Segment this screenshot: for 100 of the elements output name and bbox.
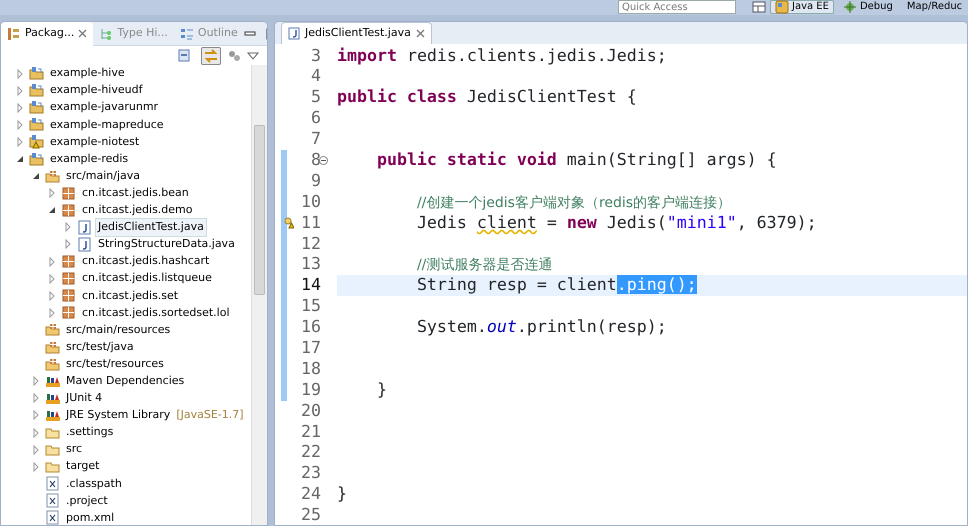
tree-item[interactable]: example-javarunmr — [47, 98, 162, 117]
tree-item[interactable]: cn.itcast.jedis.demo — [79, 201, 196, 220]
quick-access-field[interactable]: Quick Access — [618, 0, 736, 14]
code-line: } — [337, 483, 347, 506]
collapsed-arrow-icon[interactable] — [15, 102, 25, 113]
line-number: 19 — [300, 378, 321, 401]
collapsed-arrow-icon[interactable] — [31, 410, 41, 420]
tree-item[interactable]: example-hive — [47, 65, 128, 83]
line-number: 15 — [300, 295, 321, 318]
line-number: 22 — [300, 441, 321, 464]
tree-item[interactable]: src/test/java — [63, 338, 137, 356]
collapse-icon — [178, 48, 192, 62]
tree-item[interactable]: cn.itcast.jedis.hashcart — [79, 252, 212, 271]
line-number: 18 — [300, 358, 321, 380]
file-icon — [45, 476, 60, 492]
project-folder-icon — [29, 100, 44, 116]
line-number: 12 — [300, 232, 321, 255]
project-folder-icon — [29, 66, 44, 82]
collapsed-arrow-icon[interactable] — [15, 68, 25, 79]
tree-item[interactable]: JedisClientTest.java — [95, 218, 207, 237]
line-number: 17 — [300, 336, 321, 359]
package-icon — [61, 288, 76, 304]
project-folder-icon — [29, 152, 44, 167]
close-icon[interactable] — [78, 29, 88, 38]
perspective-button[interactable]: Java EE — [770, 0, 834, 14]
tree-item[interactable]: .settings — [63, 423, 116, 442]
tree-item[interactable]: cn.itcast.jedis.listqueue — [79, 269, 215, 288]
hierarchy-icon — [99, 26, 114, 40]
tree-item[interactable]: example-redis — [47, 150, 132, 168]
tree-item[interactable]: src — [63, 440, 86, 459]
tree-item[interactable]: pom.xml — [63, 508, 118, 525]
close-icon[interactable] — [416, 28, 425, 38]
view-menu-icon[interactable] — [247, 50, 259, 60]
tree-item[interactable]: example-mapreduce — [47, 116, 167, 134]
link-with-editor-button[interactable] — [201, 46, 221, 64]
tree-item[interactable]: cn.itcast.jedis.set — [79, 286, 182, 306]
collapsed-arrow-icon[interactable] — [63, 222, 73, 232]
line-number: 8 — [310, 148, 321, 171]
tree-item[interactable]: src/main/resources — [63, 320, 174, 340]
code-line: System.out.println(resp); — [416, 316, 667, 338]
tree-item[interactable]: StringStructureData.java — [95, 235, 238, 254]
project-warning-icon — [29, 134, 44, 150]
library-version: [JavaSE-1.7] — [176, 407, 244, 424]
line-number: 20 — [300, 400, 321, 422]
collapsed-arrow-icon[interactable] — [31, 462, 41, 472]
scrollbar-thumb[interactable] — [254, 125, 265, 295]
expanded-arrow-icon[interactable] — [47, 205, 57, 216]
collapsed-arrow-icon[interactable] — [15, 86, 25, 96]
tree-item[interactable]: JUnit 4 — [63, 389, 106, 408]
line-number: 24 — [300, 483, 321, 506]
line-number: 4 — [310, 65, 321, 88]
tree-item[interactable]: target — [63, 457, 102, 476]
collapsed-arrow-icon[interactable] — [47, 290, 57, 301]
editor-tab[interactable]: JedisClientTest.java — [281, 22, 432, 44]
package-icon — [61, 271, 76, 286]
perspective-button[interactable]: Map/Reduc — [902, 0, 968, 14]
line-number: 7 — [310, 128, 321, 150]
collapsed-arrow-icon[interactable] — [31, 376, 41, 386]
collapsed-arrow-icon[interactable] — [47, 308, 57, 318]
perspective-button[interactable]: Debug — [838, 0, 898, 14]
collapsed-arrow-icon[interactable] — [15, 136, 25, 147]
collapsed-arrow-icon[interactable] — [15, 120, 25, 130]
tree-item[interactable]: cn.itcast.jedis.sortedset.lol — [79, 304, 233, 322]
collapsed-arrow-icon[interactable] — [47, 256, 57, 267]
tree-item[interactable]: cn.itcast.jedis.bean — [79, 184, 192, 202]
project-folder-icon — [29, 83, 44, 98]
tree-item[interactable]: Maven Dependencies — [63, 372, 188, 390]
collapsed-arrow-icon[interactable] — [31, 444, 41, 455]
line-number: 13 — [300, 253, 321, 276]
tree-item[interactable]: src/main/java — [63, 166, 144, 186]
collapse-icon[interactable] — [319, 156, 328, 165]
view-tab[interactable]: Packag... — [1, 22, 94, 46]
java-file-icon — [288, 26, 300, 40]
tree-item[interactable]: example-hiveudf — [47, 81, 146, 100]
line-number: 23 — [300, 462, 321, 484]
code-line: public static void main(String[] args) { — [376, 148, 777, 171]
open-perspective-icon[interactable] — [752, 0, 766, 14]
scrollbar[interactable] — [251, 65, 267, 525]
collapsed-arrow-icon[interactable] — [47, 188, 57, 198]
project-folder-icon — [29, 117, 44, 132]
bug-icon — [842, 0, 857, 14]
tree-item[interactable]: example-niotest — [47, 132, 142, 152]
expanded-arrow-icon[interactable] — [15, 154, 25, 164]
tree-item[interactable]: JRE System Library — [63, 406, 174, 425]
filter-icon[interactable] — [227, 48, 241, 62]
tree-item[interactable]: .classpath — [63, 474, 125, 494]
source-folder-icon — [45, 356, 60, 372]
expanded-arrow-icon[interactable] — [31, 171, 41, 182]
line-number: 25 — [300, 504, 321, 525]
swap-arrows-icon — [203, 48, 219, 62]
package-icon — [61, 305, 76, 320]
collapsed-arrow-icon[interactable] — [47, 274, 57, 284]
package-icon — [61, 186, 76, 201]
code-line: public class JedisClientTest { — [337, 86, 637, 108]
code-line: Jedis client = new Jedis("mini1", 6379); — [416, 212, 817, 234]
collapsed-arrow-icon[interactable] — [63, 239, 73, 250]
tree-item[interactable]: .project — [63, 492, 111, 510]
collapsed-arrow-icon[interactable] — [31, 393, 41, 404]
collapsed-arrow-icon[interactable] — [31, 428, 41, 438]
tree-item[interactable]: src/test/resources — [63, 354, 167, 374]
